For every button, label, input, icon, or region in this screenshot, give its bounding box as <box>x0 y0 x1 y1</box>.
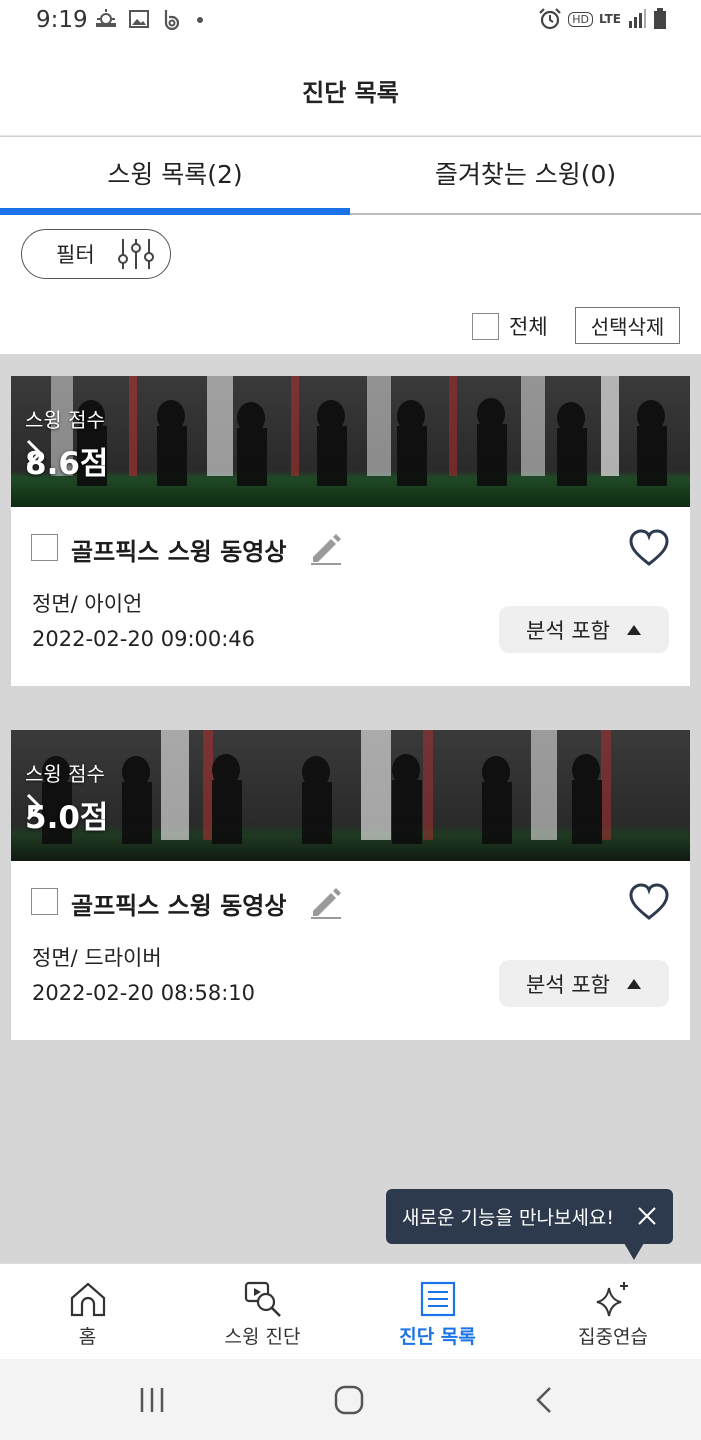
score-value[interactable]: 8.6점 <box>25 438 108 483</box>
list-icon <box>420 1281 455 1317</box>
swing-title: 골프픽스 스윙 동영상 <box>71 538 287 566</box>
swing-filmstrip-image <box>11 730 690 861</box>
dot-icon <box>197 17 203 23</box>
alarm-icon <box>539 8 561 30</box>
swing-select-checkbox[interactable] <box>31 888 58 915</box>
analysis-label: 분석 포함 <box>526 972 610 997</box>
status-time: 9:19 <box>36 7 88 33</box>
select-all-label: 전체 <box>509 315 548 339</box>
heart-icon[interactable] <box>628 883 670 921</box>
tab-bar: 스윙 목록(2) 즐겨찾는 스윙(0) <box>0 137 701 215</box>
filter-label: 필터 <box>56 243 95 267</box>
delete-selected-button[interactable]: 선택삭제 <box>575 307 680 344</box>
pencil-icon[interactable] <box>309 531 343 565</box>
swing-card: 스윙 점수 8.6점 골프픽스 스윙 동영상 정면/ 아이언 2022-02-2… <box>11 376 690 686</box>
swing-meta: 정면/ 아이언 <box>32 592 143 616</box>
nav-swing-diagnosis[interactable]: 스윙 진단 <box>175 1264 350 1360</box>
lte-icon: LTE <box>598 12 621 26</box>
hd-icon: HD <box>568 11 593 27</box>
swing-card: 스윙 점수 5.0점 골프픽스 스윙 동영상 정면/ 드라이버 2022-02-… <box>11 730 690 1040</box>
triangle-up-icon <box>626 978 641 989</box>
list-toolbar: 필터 전체 선택삭제 <box>0 215 701 354</box>
nav-home[interactable]: 홈 <box>0 1264 175 1360</box>
tab-swing-list[interactable]: 스윙 목록(2) <box>0 137 350 213</box>
score-value[interactable]: 5.0점 <box>25 792 108 837</box>
swing-title: 골프픽스 스윙 동영상 <box>71 892 287 920</box>
swing-card-body: 골프픽스 스윙 동영상 정면/ 드라이버 2022-02-20 08:58:10… <box>11 861 690 1040</box>
tab-favorite-swings[interactable]: 즐겨찾는 스윙(0) <box>350 137 701 213</box>
tab-indicator <box>0 208 350 215</box>
analysis-toggle-button[interactable]: 분석 포함 <box>499 960 669 1007</box>
swing-thumbnail[interactable]: 스윙 점수 5.0점 <box>11 730 690 861</box>
home-icon <box>70 1282 105 1317</box>
system-nav-bar <box>0 1359 701 1440</box>
score-label: 스윙 점수 <box>25 762 105 786</box>
pencil-icon[interactable] <box>309 885 343 919</box>
heart-icon[interactable] <box>628 529 670 567</box>
tooltip-text: 새로운 기능을 만나보세요! <box>402 1207 614 1229</box>
recent-apps-icon[interactable] <box>138 1385 166 1415</box>
page-title: 진단 목록 <box>302 79 399 107</box>
image-icon <box>129 10 149 28</box>
status-bar: 9:19 HD LTE <box>0 0 701 42</box>
signal-icon <box>629 9 646 28</box>
new-feature-tooltip: 새로운 기능을 만나보세요! <box>386 1189 673 1244</box>
app-b-icon <box>164 10 180 30</box>
nav-swing-diagnosis-label: 스윙 진단 <box>224 1326 301 1348</box>
select-all-checkbox[interactable]: 전체 <box>472 311 548 341</box>
home-button-icon[interactable] <box>334 1385 364 1415</box>
chevron-right-icon <box>26 439 43 467</box>
swing-thumbnail[interactable]: 스윙 점수 8.6점 <box>11 376 690 507</box>
nav-diagnosis-list-label: 진단 목록 <box>399 1326 476 1348</box>
status-left-icons <box>95 8 205 30</box>
tooltip-arrow <box>624 1243 644 1260</box>
analysis-label: 분석 포함 <box>526 618 610 643</box>
chevron-right-icon <box>26 793 43 821</box>
weather-icon <box>96 9 116 27</box>
app-header: 진단 목록 <box>0 42 701 136</box>
back-icon[interactable] <box>534 1385 554 1415</box>
battery-icon <box>654 8 666 29</box>
filter-button[interactable]: 필터 <box>21 229 171 279</box>
swing-meta: 정면/ 드라이버 <box>32 946 162 970</box>
nav-focus-practice[interactable]: 집중연습 <box>525 1264 701 1360</box>
sliders-icon <box>117 239 154 269</box>
nav-focus-practice-label: 집중연습 <box>578 1326 648 1348</box>
triangle-up-icon <box>626 624 641 635</box>
swing-card-body: 골프픽스 스윙 동영상 정면/ 아이언 2022-02-20 09:00:46 … <box>11 507 690 686</box>
nav-diagnosis-list[interactable]: 진단 목록 <box>350 1264 525 1360</box>
select-all-box[interactable] <box>472 312 499 340</box>
status-right-icons: HD LTE <box>538 8 667 30</box>
swing-date: 2022-02-20 09:00:46 <box>32 627 256 651</box>
analysis-toggle-button[interactable]: 분석 포함 <box>499 606 669 653</box>
swing-select-checkbox[interactable] <box>31 534 58 561</box>
bottom-nav: 홈 스윙 진단 진단 목록 집중연습 <box>0 1263 701 1359</box>
swing-date: 2022-02-20 08:58:10 <box>32 981 256 1005</box>
close-icon[interactable] <box>637 1206 657 1226</box>
score-label: 스윙 점수 <box>25 408 105 432</box>
sparkle-icon <box>596 1282 628 1317</box>
video-search-icon <box>244 1281 281 1317</box>
nav-home-label: 홈 <box>78 1326 97 1348</box>
swing-filmstrip-image <box>11 376 690 507</box>
